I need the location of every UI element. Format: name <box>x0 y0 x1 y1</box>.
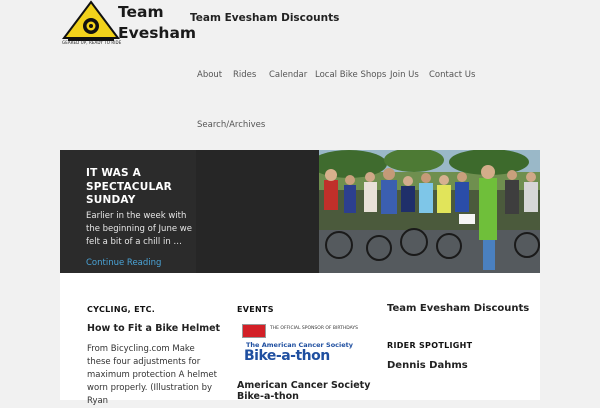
widget-heading-rider-spotlight: RIDER SPOTLIGHT <box>387 341 473 350</box>
post-title-acs-line1: American Cancer Society <box>237 380 371 391</box>
featured-divider-panel <box>196 150 319 273</box>
nav-item-local-bike-shops[interactable]: Local Bike Shops <box>315 70 386 80</box>
featured-excerpt: Earlier in the week with the beginning o… <box>86 211 192 247</box>
nav-item-search-archives[interactable]: Search/Archives <box>197 120 265 130</box>
post-title-acs-bikeathon[interactable]: American Cancer Society Bike-a-thon <box>237 380 370 402</box>
post-excerpt-bike-helmet: From Bicycling.com Make these four adjus… <box>87 344 217 406</box>
nav-item-calendar[interactable]: Calendar <box>269 70 307 80</box>
featured-post: IT WAS A SPECTACULAR SUNDAY Earlier in t… <box>60 150 540 273</box>
bikeathon-wordmark: Bike-a-thon <box>244 348 330 364</box>
continue-reading-link[interactable]: Continue Reading <box>86 258 161 268</box>
main-nav: About Rides Calendar Local Bike Shops Jo… <box>0 0 600 140</box>
featured-photo-cyclists[interactable] <box>319 150 540 273</box>
nav-item-rides[interactable]: Rides <box>233 70 256 80</box>
nav-item-join-us[interactable]: Join Us <box>390 70 419 80</box>
widget-heading-cycling: CYCLING, ETC. <box>87 305 156 314</box>
post-title-bike-helmet[interactable]: How to Fit a Bike Helmet <box>87 323 220 334</box>
acs-sword-icon <box>242 324 266 338</box>
rider-spotlight-name[interactable]: Dennis Dahms <box>387 360 468 371</box>
widget-title-discounts[interactable]: Team Evesham Discounts <box>387 303 529 314</box>
nav-item-about[interactable]: About <box>197 70 222 80</box>
bike-a-thon-logo[interactable]: THE OFFICIAL SPONSOR OF BIRTHDAYS The Am… <box>240 320 358 366</box>
widget-heading-events: EVENTS <box>237 305 274 314</box>
sponsor-text: THE OFFICIAL SPONSOR OF BIRTHDAYS <box>270 326 358 331</box>
featured-title[interactable]: IT WAS A SPECTACULAR SUNDAY <box>86 167 206 208</box>
widget-area: CYCLING, ETC. How to Fit a Bike Helmet F… <box>60 273 540 406</box>
post-title-acs-line2: Bike-a-thon <box>237 391 299 402</box>
nav-item-contact-us[interactable]: Contact Us <box>429 70 475 80</box>
